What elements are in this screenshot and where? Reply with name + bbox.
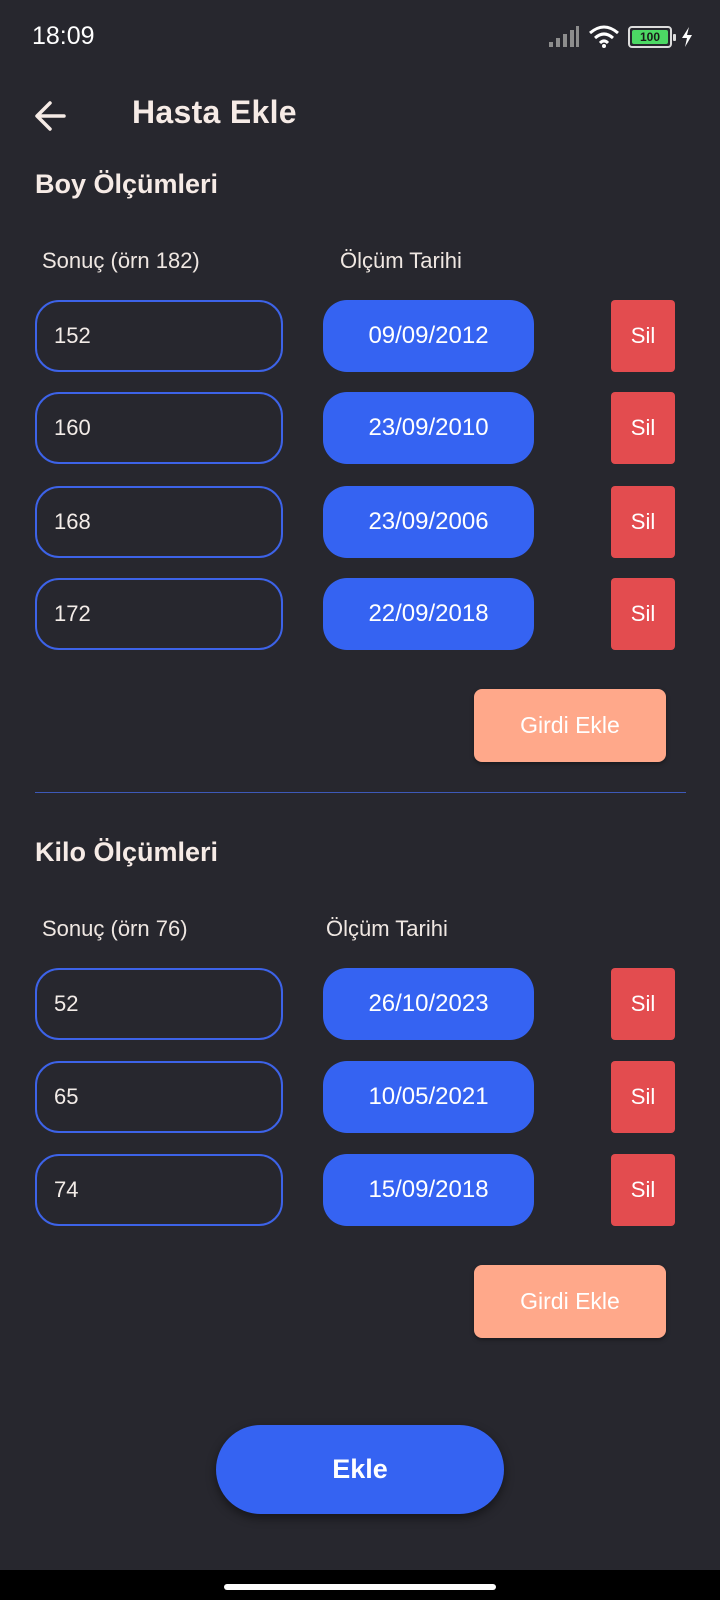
height-value-field[interactable]: 160 <box>35 392 283 464</box>
height-section-title: Boy Ölçümleri <box>35 169 219 199</box>
weight-date-label: Ölçüm Tarihi <box>326 916 448 941</box>
weight-date-button[interactable]: 26/10/2023 <box>323 968 534 1040</box>
page-title: Hasta Ekle <box>132 94 297 130</box>
weight-result-label: Sonuç (örn 76) <box>42 916 188 941</box>
height-result-label: Sonuç (örn 182) <box>42 248 200 273</box>
back-button[interactable] <box>30 94 74 138</box>
status-time: 18:09 <box>32 22 95 50</box>
status-bar: 18:09 100 <box>0 0 720 72</box>
navigation-bar <box>0 1570 720 1600</box>
section-divider <box>35 792 686 793</box>
height-value-field[interactable]: 152 <box>35 300 283 372</box>
arrow-left-icon <box>35 101 66 131</box>
wifi-icon <box>589 25 619 48</box>
height-value-field[interactable]: 172 <box>35 578 283 650</box>
submit-button[interactable]: Ekle <box>216 1425 504 1514</box>
weight-add-entry-button[interactable]: Girdi Ekle <box>474 1265 666 1338</box>
signal-icon <box>549 26 579 47</box>
battery-icon: 100 <box>628 26 676 48</box>
status-icons: 100 <box>548 24 694 50</box>
weight-date-button[interactable]: 15/09/2018 <box>323 1154 534 1226</box>
height-date-label: Ölçüm Tarihi <box>340 248 462 273</box>
weight-delete-button[interactable]: Sil <box>611 1154 675 1226</box>
height-add-entry-button[interactable]: Girdi Ekle <box>474 689 666 762</box>
height-delete-button[interactable]: Sil <box>611 300 675 372</box>
weight-date-button[interactable]: 10/05/2021 <box>323 1061 534 1133</box>
charging-icon <box>682 27 692 47</box>
height-delete-button[interactable]: Sil <box>611 486 675 558</box>
height-delete-button[interactable]: Sil <box>611 392 675 464</box>
height-value-field[interactable]: 168 <box>35 486 283 558</box>
height-delete-button[interactable]: Sil <box>611 578 675 650</box>
weight-value-field[interactable]: 74 <box>35 1154 283 1226</box>
weight-value-field[interactable]: 52 <box>35 968 283 1040</box>
weight-delete-button[interactable]: Sil <box>611 1061 675 1133</box>
app-bar: Hasta Ekle <box>0 80 720 152</box>
weight-delete-button[interactable]: Sil <box>611 968 675 1040</box>
weight-section-title: Kilo Ölçümleri <box>35 837 219 867</box>
weight-value-field[interactable]: 65 <box>35 1061 283 1133</box>
height-date-button[interactable]: 23/09/2010 <box>323 392 534 464</box>
height-date-button[interactable]: 23/09/2006 <box>323 486 534 558</box>
home-indicator[interactable] <box>224 1584 496 1590</box>
height-date-button[interactable]: 22/09/2018 <box>323 578 534 650</box>
height-date-button[interactable]: 09/09/2012 <box>323 300 534 372</box>
battery-level: 100 <box>632 30 668 44</box>
